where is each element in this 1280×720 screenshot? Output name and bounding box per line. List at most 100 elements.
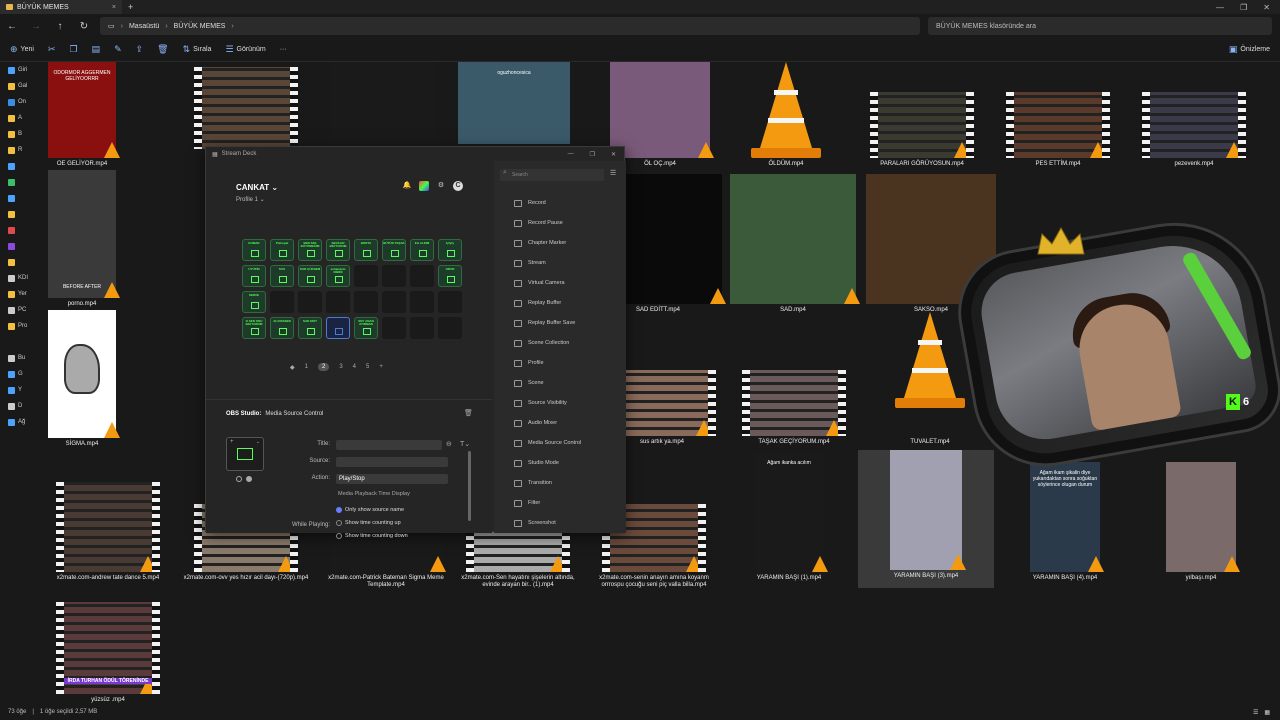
sd-key[interactable]: [410, 265, 434, 287]
cut-button[interactable]: ✂: [48, 44, 56, 55]
sd-key[interactable]: KUR ÇÜKSEM: [298, 265, 322, 287]
sd-key[interactable]: [326, 291, 350, 313]
sd-key[interactable]: [326, 317, 350, 339]
breadcrumb-item[interactable]: Masaüstü: [129, 23, 159, 30]
forward-icon[interactable]: →: [24, 21, 48, 32]
store-icon[interactable]: [419, 181, 429, 191]
sd-action-item[interactable]: Transition: [514, 473, 581, 493]
share-button[interactable]: ⇪: [136, 44, 144, 55]
minimize-button[interactable]: —: [1216, 3, 1224, 12]
file-item[interactable]: yılbaşı.mp4: [1133, 462, 1269, 582]
breadcrumb-item[interactable]: BÜYÜK MEMES: [174, 23, 226, 30]
file-item[interactable]: Ağam ikam şikalin diye yukarıdaktan sonr…: [997, 462, 1133, 582]
tab-buyuk-memes[interactable]: BÜYÜK MEMES ×: [0, 0, 122, 14]
while-playing-option[interactable]: Show time counting down: [336, 533, 408, 539]
sd-key[interactable]: ÜYÜTİN: [242, 265, 266, 287]
file-item[interactable]: [178, 67, 314, 152]
title-field[interactable]: [336, 440, 442, 450]
sd-action-item[interactable]: Profile: [514, 353, 581, 373]
sd-action-item[interactable]: Replay Buffer: [514, 293, 581, 313]
tab-close-icon[interactable]: ×: [112, 4, 116, 11]
page-button[interactable]: 2: [317, 363, 330, 371]
sd-minimize-button[interactable]: —: [568, 151, 574, 158]
file-item[interactable]: TAŞAK GEÇİYORUM.mp4: [726, 370, 862, 446]
sd-action-item[interactable]: Scene Collection: [514, 333, 581, 353]
sd-action-item[interactable]: Source Visibility: [514, 393, 581, 413]
preview-button[interactable]: ▣ Önizleme: [1229, 44, 1270, 55]
sd-key[interactable]: AH RESSEN: [270, 317, 294, 339]
sd-key[interactable]: [354, 291, 378, 313]
add-page-button[interactable]: +: [379, 364, 383, 370]
copy-button[interactable]: ❐: [69, 44, 77, 55]
sd-key[interactable]: Psikopat: [270, 239, 294, 261]
bell-icon[interactable]: 🔔: [402, 181, 412, 191]
file-item[interactable]: İRDA TURHAN ÖDÜL TÖRENİNDE yüzsüz .mp4: [40, 602, 176, 704]
file-item[interactable]: ÖLDÜM.mp4: [718, 62, 854, 168]
details-view-icon[interactable]: ☰: [1253, 709, 1258, 716]
more-button[interactable]: ···: [280, 46, 287, 53]
sd-key[interactable]: SEÇİLER BİLİYORUM: [326, 239, 350, 261]
sd-key[interactable]: ORUR: [438, 265, 462, 287]
sd-action-item[interactable]: Audio Mixer: [514, 413, 581, 433]
sd-action-item[interactable]: Stream: [514, 253, 581, 273]
sd-key[interactable]: [354, 265, 378, 287]
file-item[interactable]: Ağam ikanka acılım YARAMIN BAŞI (1).mp4: [721, 452, 857, 582]
sd-key[interactable]: [438, 317, 462, 339]
delete-button[interactable]: 🗑: [157, 44, 168, 55]
file-item[interactable]: x2mate.com-andrew tate dance 5.mp4: [40, 482, 176, 582]
gear-icon[interactable]: ⚙: [436, 181, 446, 191]
sd-scrollbar[interactable]: [468, 451, 471, 521]
page-button[interactable]: 4: [353, 364, 356, 370]
sd-action-item[interactable]: Filter: [514, 493, 581, 513]
avatar[interactable]: C: [453, 181, 463, 191]
sd-close-button[interactable]: ✕: [611, 151, 616, 158]
sd-action-preview[interactable]: + ⌄: [226, 437, 264, 471]
while-playing-option[interactable]: Only show source name: [336, 507, 404, 513]
address-bar[interactable]: ▭ › Masaüstü › BÜYÜK MEMES ›: [100, 17, 920, 35]
sd-key[interactable]: [410, 291, 434, 313]
sd-key[interactable]: [382, 291, 406, 313]
file-item[interactable]: SİGMA.mp4: [14, 310, 150, 448]
sd-profile-owner[interactable]: CANKAT ⌄: [236, 183, 278, 192]
new-button[interactable]: ⊕ Yeni: [10, 44, 34, 55]
sd-key[interactable]: [382, 265, 406, 287]
sd-key[interactable]: [382, 317, 406, 339]
page-button[interactable]: 5: [366, 364, 369, 370]
sd-action-item[interactable]: Scene: [514, 373, 581, 393]
sd-key[interactable]: [298, 291, 322, 313]
text-format-icon[interactable]: T⌄: [460, 440, 470, 448]
sd-action-item[interactable]: Replay Buffer Save: [514, 313, 581, 333]
refresh-icon[interactable]: ↻: [72, 21, 96, 32]
sd-action-item[interactable]: Virtual Camera: [514, 273, 581, 293]
sd-key[interactable]: ashandem DİBİDİ: [326, 265, 350, 287]
sd-profile-select[interactable]: Profile 1 ⌄: [236, 196, 265, 203]
source-select[interactable]: [336, 457, 448, 467]
file-item[interactable]: PARALARI GÖRÜYOSUN.mp4: [854, 92, 990, 168]
action-select[interactable]: Play/Stop: [336, 474, 448, 484]
page-button[interactable]: 3: [339, 364, 342, 370]
up-icon[interactable]: ↑: [48, 21, 72, 32]
file-item[interactable]: PES ETTİM.mp4: [990, 92, 1126, 168]
view-button[interactable]: ☰ Görünüm: [225, 44, 265, 55]
sd-key[interactable]: SERVE: [242, 291, 266, 313]
close-button[interactable]: ✕: [1263, 3, 1270, 12]
sd-key[interactable]: [438, 291, 462, 313]
file-item[interactable]: [314, 62, 450, 147]
sd-maximize-button[interactable]: ❐: [590, 151, 595, 158]
new-tab-button[interactable]: +: [128, 2, 133, 12]
sd-action-item[interactable]: Studio Mode: [514, 453, 581, 473]
file-item[interactable]: pezevenk.mp4: [1126, 92, 1262, 168]
page-button[interactable]: 1: [305, 364, 308, 370]
file-item[interactable]: SAD.mp4: [725, 174, 861, 314]
sd-action-item[interactable]: Media Source Control: [514, 433, 581, 453]
paste-button[interactable]: ▤: [92, 44, 101, 55]
sd-key[interactable]: KOMAK: [242, 239, 266, 261]
sd-key[interactable]: SUS: [270, 265, 294, 287]
sd-key[interactable]: [270, 291, 294, 313]
link-icon[interactable]: ⊖: [446, 440, 452, 448]
trash-icon[interactable]: 🗑: [464, 409, 473, 417]
sd-action-item[interactable]: Record: [514, 193, 581, 213]
file-item[interactable]: YARAMIN BAŞI (3).mp4: [858, 450, 994, 588]
sd-key[interactable]: SAD EDİT: [298, 317, 322, 339]
sort-button[interactable]: ⇅ Sırala: [183, 44, 212, 55]
